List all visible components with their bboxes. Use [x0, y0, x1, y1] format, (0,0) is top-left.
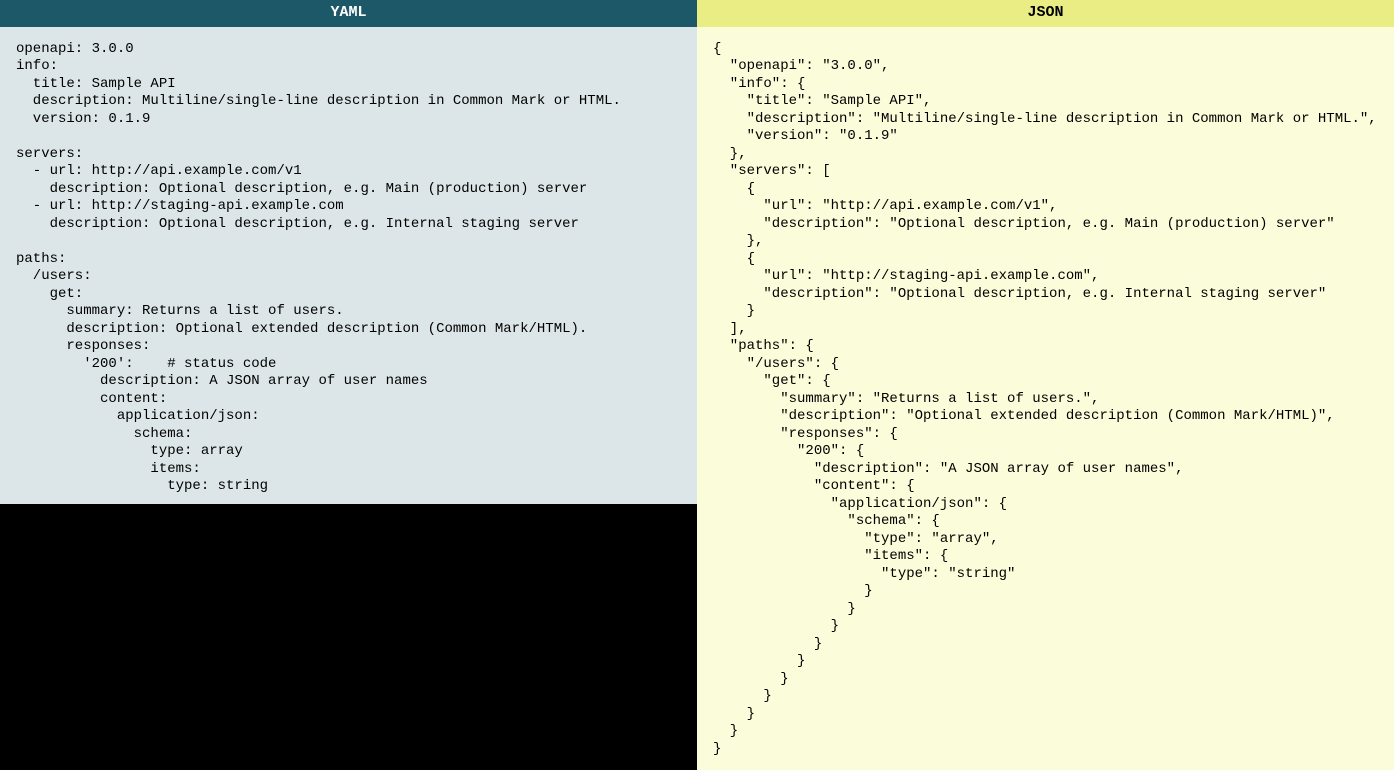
- json-header: JSON: [697, 0, 1394, 27]
- yaml-panel: YAML openapi: 3.0.0 info: title: Sample …: [0, 0, 697, 770]
- yaml-header: YAML: [0, 0, 697, 27]
- json-content: { "openapi": "3.0.0", "info": { "title":…: [697, 27, 1394, 770]
- json-panel: JSON { "openapi": "3.0.0", "info": { "ti…: [697, 0, 1394, 770]
- yaml-content: openapi: 3.0.0 info: title: Sample API d…: [0, 27, 697, 504]
